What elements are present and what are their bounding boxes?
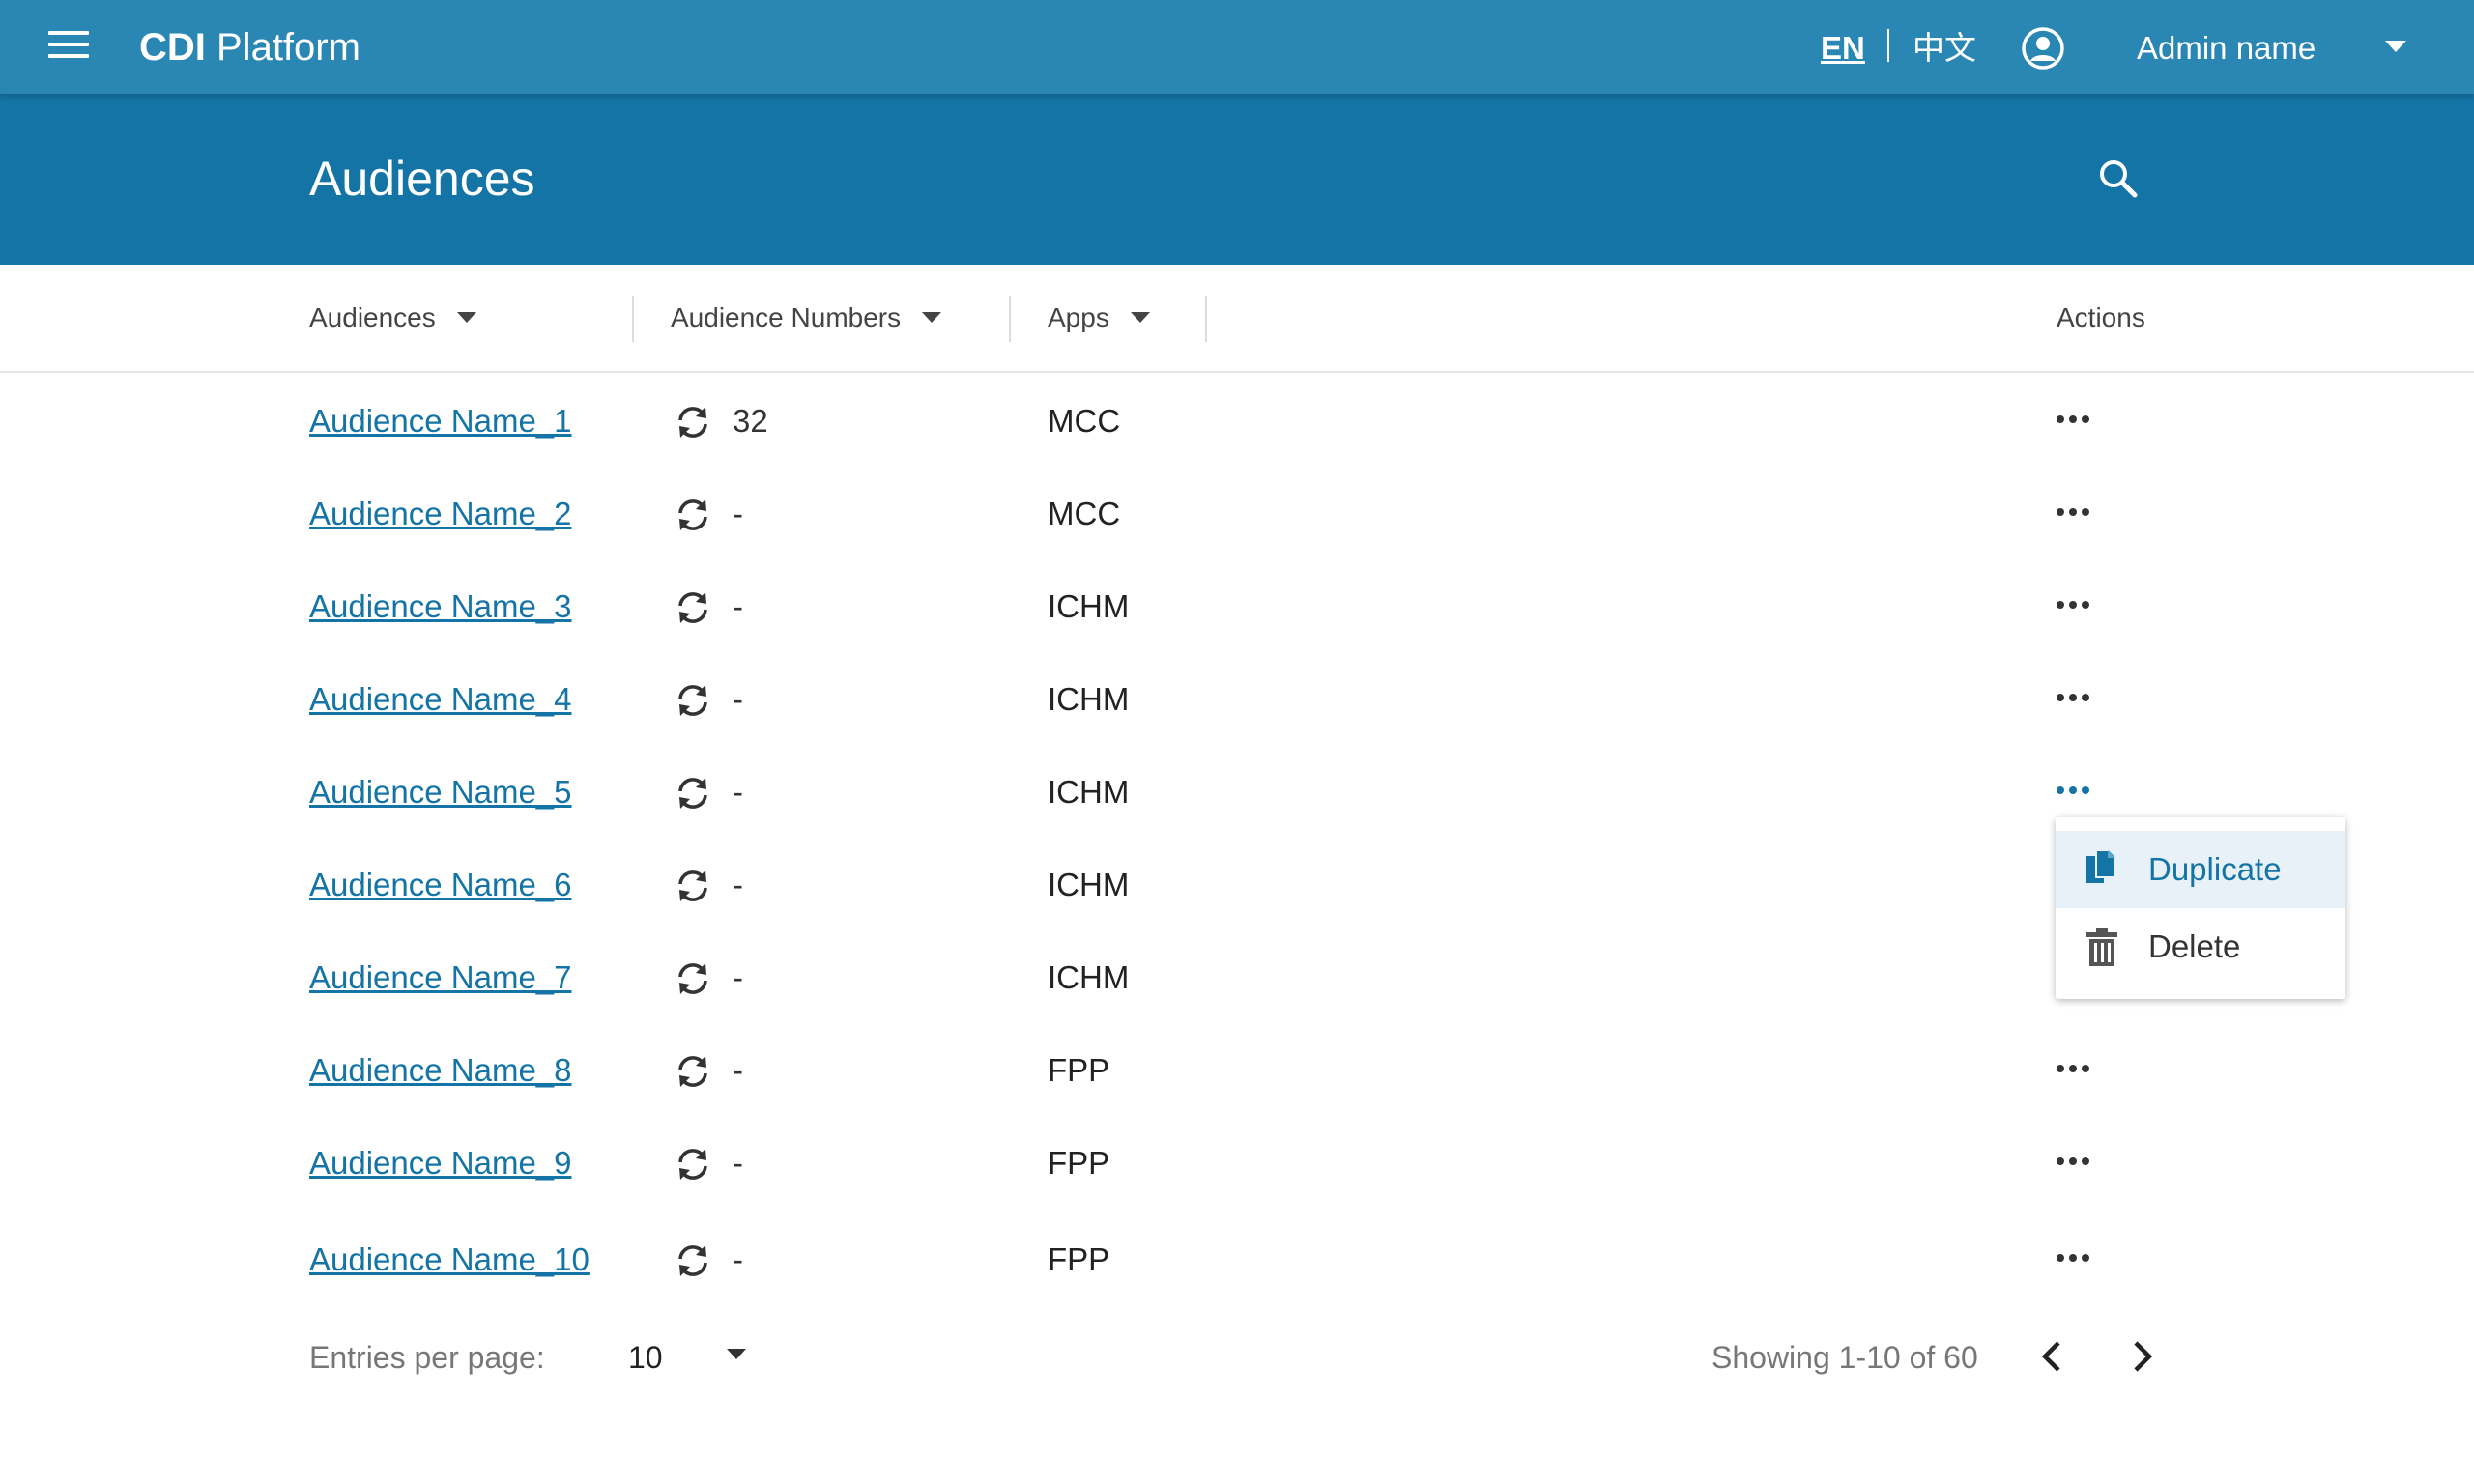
duplicate-icon [2086,849,2116,883]
menu-item-label: Delete [2148,928,2241,964]
language-en-link[interactable]: EN [1821,27,1865,70]
trash-icon [2086,928,2117,966]
table-row: Audience Name_9 - FPP [0,1113,2474,1206]
column-divider [1205,296,1207,342]
audience-number: - [733,867,743,902]
user-avatar-icon[interactable] [2021,26,2065,71]
audience-number: - [733,1145,743,1181]
refresh-icon[interactable] [673,495,713,535]
column-header-label: Apps [1048,302,1109,332]
table-row: Audience Name_3 - ICHM [0,556,2474,649]
audience-name-link[interactable]: Audience Name_4 [309,678,572,721]
app-name: FPP [1048,1145,1110,1181]
pagination-status: Showing 1-10 of 60 [1712,1340,1978,1375]
column-header-label: Audiences [309,302,436,332]
app-name: MCC [1048,496,1121,531]
entries-per-page-label: Entries per page: [309,1340,545,1375]
refresh-icon[interactable] [673,958,713,999]
table-row: Audience Name_8 - FPP [0,1020,2474,1113]
chevron-right-icon[interactable] [2128,1339,2157,1374]
row-actions-menu: Duplicate Delete [2056,817,2345,999]
audience-number: - [733,496,743,531]
audience-number: - [733,1052,743,1088]
audience-number: - [733,588,743,624]
audience-name-link[interactable]: Audience Name_8 [309,1049,572,1092]
table-row: Audience Name_2 - MCC [0,464,2474,556]
table-row: Audience Name_1 32 MCC [0,371,2474,464]
refresh-icon[interactable] [673,1051,713,1092]
more-actions-icon[interactable] [2057,1144,2103,1179]
audience-number: - [733,1241,743,1277]
more-actions-icon[interactable] [2057,495,2103,529]
audience-number: - [733,774,743,810]
menu-item-duplicate[interactable]: Duplicate [2056,831,2345,908]
table-header: Audiences Audience Numbers Apps Actions [0,265,2474,373]
language-zh-link[interactable]: 中文 [1913,27,1976,70]
brand-title: CDI Platform [139,23,360,71]
audience-name-link[interactable]: Audience Name_5 [309,771,572,813]
top-bar: CDI Platform EN 中文 Admin name [0,0,2474,94]
search-icon[interactable] [2097,157,2140,200]
refresh-icon[interactable] [673,680,713,721]
audience-name-link[interactable]: Audience Name_7 [309,956,572,999]
column-header-apps[interactable]: Apps [1048,300,1150,336]
audience-name-link[interactable]: Audience Name_2 [309,493,572,535]
refresh-icon[interactable] [673,866,713,906]
column-header-audiences[interactable]: Audiences [309,300,476,336]
menu-item-delete[interactable]: Delete [2056,908,2345,985]
app-name: ICHM [1048,681,1130,717]
audience-name-link[interactable]: Audience Name_1 [309,400,572,442]
more-actions-icon[interactable] [2057,773,2103,808]
column-header-audience-numbers[interactable]: Audience Numbers [671,300,942,336]
more-actions-icon[interactable] [2057,402,2103,437]
audience-number: - [733,959,743,995]
more-actions-icon[interactable] [2057,1241,2103,1275]
audience-name-link[interactable]: Audience Name_9 [309,1142,572,1184]
audience-name-link[interactable]: Audience Name_10 [309,1239,590,1281]
column-divider [1009,296,1011,342]
refresh-icon[interactable] [673,1144,713,1184]
more-actions-icon[interactable] [2057,587,2103,622]
chevron-down-icon[interactable] [727,1349,746,1359]
app-name: FPP [1048,1241,1110,1277]
admin-name-menu[interactable]: Admin name [2137,27,2316,70]
app-name: ICHM [1048,774,1130,810]
app-name: ICHM [1048,867,1130,902]
chevron-down-icon[interactable] [2385,41,2406,52]
sort-caret-icon [456,312,476,324]
audience-name-link[interactable]: Audience Name_3 [309,585,572,628]
table-row: Audience Name_4 - ICHM [0,649,2474,742]
table-row: Audience Name_10 - FPP [0,1210,2474,1302]
column-header-label: Audience Numbers [671,302,902,332]
page-title: Audiences [309,152,535,206]
brand-title-bold: CDI [139,26,206,69]
sort-caret-icon [922,312,942,324]
column-header-actions: Actions [2057,302,2145,332]
app-name: ICHM [1048,959,1130,995]
refresh-icon[interactable] [673,773,713,813]
audience-number: - [733,681,743,717]
menu-item-label: Duplicate [2148,851,2282,887]
language-separator [1887,29,1889,62]
more-actions-icon[interactable] [2057,1051,2103,1086]
refresh-icon[interactable] [673,587,713,628]
audience-name-link[interactable]: Audience Name_6 [309,864,572,906]
refresh-icon[interactable] [673,1241,713,1281]
chevron-left-icon[interactable] [2037,1339,2066,1374]
audience-number: 32 [733,403,768,439]
refresh-icon[interactable] [673,402,713,442]
app-name: ICHM [1048,588,1130,624]
app-name: MCC [1048,403,1121,439]
more-actions-icon[interactable] [2057,680,2103,715]
page-header: Audiences [0,94,2474,265]
sort-caret-icon [1130,312,1150,324]
entries-per-page-select[interactable]: 10 [628,1336,663,1379]
brand-title-rest: Platform [205,26,360,69]
menu-icon[interactable] [48,31,89,62]
column-divider [632,296,634,342]
app-name: FPP [1048,1052,1110,1088]
